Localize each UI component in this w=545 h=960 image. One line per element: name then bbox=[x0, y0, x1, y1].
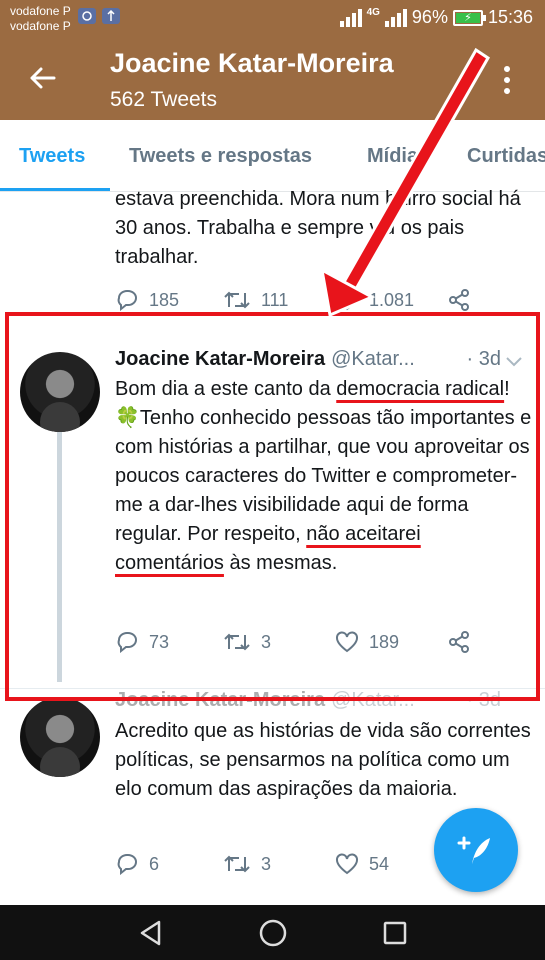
like-icon bbox=[336, 853, 358, 875]
signal-icon-2 bbox=[384, 8, 407, 27]
tab-tweets[interactable]: Tweets bbox=[19, 120, 85, 191]
profile-app-bar: Joacine Katar-Moreira 562 Tweets bbox=[0, 38, 545, 120]
carrier-2: vodafone P bbox=[10, 19, 71, 33]
reply-icon bbox=[117, 854, 137, 875]
retweet-button[interactable]: 3 bbox=[223, 853, 335, 875]
tab-media[interactable]: Mídia bbox=[367, 120, 418, 191]
tab-likes[interactable]: Curtidas bbox=[467, 120, 545, 191]
network-type: 4G bbox=[366, 7, 380, 18]
reply-button[interactable]: 185 bbox=[115, 289, 223, 311]
tweet-count: 562 Tweets bbox=[110, 88, 218, 111]
tweet-item[interactable]: estava preenchida. Mora num bairro socia… bbox=[0, 188, 545, 324]
tweet-actions: 6 3 54 bbox=[115, 852, 475, 876]
reply-count: 6 bbox=[149, 853, 160, 874]
signal-icon bbox=[339, 8, 362, 27]
like-button[interactable]: 1.081 bbox=[335, 289, 447, 311]
profile-name: Joacine Katar-Moreira bbox=[110, 48, 394, 78]
tweet-text: estava preenchida. Mora num bairro socia… bbox=[115, 188, 521, 268]
status-bar: vodafone P vodafone P 4G 96% ⚡ 15:36 bbox=[0, 0, 545, 38]
reply-icon bbox=[117, 290, 137, 311]
usb-icon bbox=[102, 8, 120, 24]
tweet-actions: 185 111 1.081 bbox=[115, 288, 475, 312]
annotation-highlight-box bbox=[5, 312, 540, 701]
reply-button[interactable]: 6 bbox=[115, 853, 223, 875]
compose-tweet-button[interactable] bbox=[434, 808, 518, 892]
retweet-icon bbox=[224, 291, 250, 309]
retweet-count: 111 bbox=[261, 289, 289, 310]
tweet-text: Acredito que as histórias de vida são co… bbox=[115, 720, 531, 800]
back-button[interactable] bbox=[22, 58, 62, 98]
compose-tweet-icon bbox=[457, 836, 490, 864]
back-arrow-icon bbox=[30, 67, 56, 89]
profile-tabs: Tweets Tweets e respostas Mídia Curtidas bbox=[0, 120, 545, 192]
reply-count: 185 bbox=[149, 289, 180, 310]
nav-back-icon[interactable] bbox=[137, 919, 165, 947]
tab-tweets-and-replies[interactable]: Tweets e respostas bbox=[129, 120, 312, 191]
nav-recents-icon[interactable] bbox=[382, 920, 408, 946]
status-right: 4G 96% ⚡ 15:36 bbox=[339, 7, 533, 28]
nav-home-icon[interactable] bbox=[258, 918, 288, 948]
retweet-button[interactable]: 111 bbox=[223, 289, 335, 311]
like-count: 54 bbox=[369, 853, 390, 874]
system-navigation-bar bbox=[0, 905, 545, 960]
more-options-button[interactable] bbox=[497, 60, 517, 100]
avatar[interactable] bbox=[20, 697, 100, 777]
battery-icon: ⚡ bbox=[452, 9, 486, 26]
carrier-names: vodafone P vodafone P bbox=[10, 4, 71, 34]
carrier-1: vodafone P bbox=[10, 4, 71, 18]
clock: 15:36 bbox=[487, 7, 533, 27]
retweet-count: 3 bbox=[261, 853, 272, 874]
notification-icons bbox=[78, 8, 120, 24]
like-icon bbox=[336, 289, 358, 311]
like-button[interactable]: 54 bbox=[335, 853, 447, 875]
share-button[interactable] bbox=[447, 288, 471, 312]
screen: vodafone P vodafone P 4G 96% ⚡ 15:36 Joa… bbox=[0, 0, 545, 960]
retweet-icon bbox=[224, 855, 250, 873]
share-icon bbox=[449, 289, 469, 311]
app-notification-icon bbox=[78, 8, 96, 24]
more-vertical-icon bbox=[504, 66, 510, 72]
battery-percent: 96% bbox=[411, 7, 448, 27]
like-count: 1.081 bbox=[369, 289, 415, 310]
